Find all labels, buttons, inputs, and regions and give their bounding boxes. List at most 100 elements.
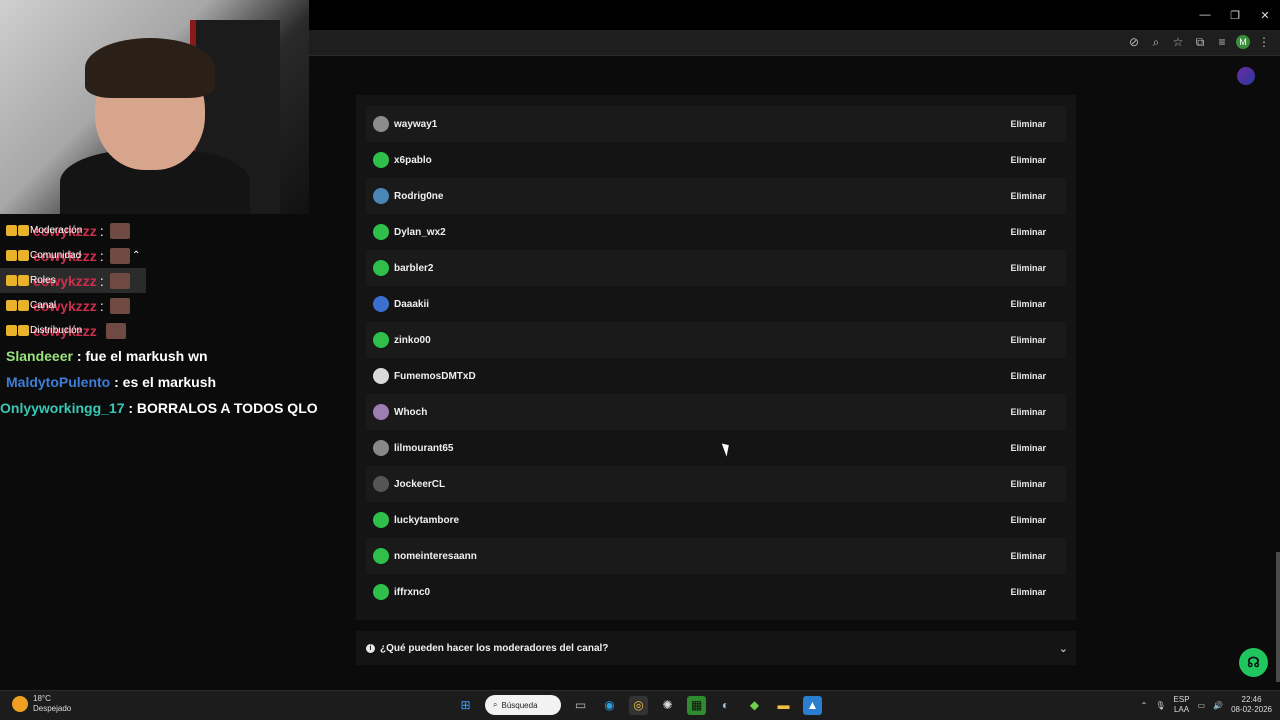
input-language[interactable]: ESP LAA xyxy=(1174,695,1190,715)
chat-username[interactable]: MaldytoPulento xyxy=(6,374,110,390)
chat-menu-item-moderacion[interactable]: eowykzzz : Moderación xyxy=(0,218,309,243)
chat-menu-item-comunidad[interactable]: eowykzzz : Comunidad ⌃ xyxy=(0,243,309,268)
extensions-icon[interactable]: ⧉ xyxy=(1192,34,1208,50)
moderator-avatar[interactable] xyxy=(373,188,389,204)
account-avatar[interactable] xyxy=(1237,67,1255,85)
moderator-avatar[interactable] xyxy=(373,584,389,600)
remove-moderator-button[interactable]: Eliminar xyxy=(1004,151,1052,169)
moderator-row: JockeerCL Eliminar xyxy=(366,466,1066,502)
remove-moderator-button[interactable]: Eliminar xyxy=(1004,223,1052,241)
moderator-name[interactable]: barbler2 xyxy=(394,263,433,274)
chrome-icon[interactable]: ◎ xyxy=(629,695,648,715)
close-button[interactable]: ✕ xyxy=(1250,0,1280,30)
moderator-name[interactable]: luckytambore xyxy=(394,515,459,526)
moderator-avatar[interactable] xyxy=(373,332,389,348)
moderator-name[interactable]: JockeerCL xyxy=(394,479,445,490)
address-bar-actions: ⊘ ⌕ ☆ ⧉ ≡ M ⋮ xyxy=(1126,34,1272,50)
network-icon[interactable]: ▭ xyxy=(1198,701,1206,710)
help-chat-button[interactable]: ☊ xyxy=(1239,648,1268,677)
minecraft-launcher-icon[interactable]: ◆ xyxy=(745,696,764,715)
moderator-avatar[interactable] xyxy=(373,512,389,528)
remove-moderator-button[interactable]: Eliminar xyxy=(1004,331,1052,349)
windows-start-icon[interactable]: ⊞ xyxy=(456,696,475,715)
remove-moderator-button[interactable]: Eliminar xyxy=(1004,403,1052,421)
moderator-name[interactable]: Rodrig0ne xyxy=(394,191,443,202)
moderator-name[interactable]: x6pablo xyxy=(394,155,432,166)
moderator-name[interactable]: FumemosDMTxD xyxy=(394,371,476,382)
minecraft-icon[interactable]: ▦ xyxy=(687,695,706,715)
moderator-avatar[interactable] xyxy=(373,116,389,132)
star-icon[interactable]: ☆ xyxy=(1170,34,1186,50)
menu-label: Distribución xyxy=(30,325,83,336)
chat-menu-item-roles[interactable]: eowykzzz : Roles xyxy=(0,268,146,293)
moderator-avatar[interactable] xyxy=(373,368,389,384)
scrollbar[interactable] xyxy=(1276,552,1280,682)
profile-avatar[interactable]: M xyxy=(1236,35,1250,49)
crown-badge-icon xyxy=(6,250,17,261)
chat-menu-item-canal[interactable]: eowykzzz : Canal xyxy=(0,293,309,318)
crown-badge-icon xyxy=(6,225,17,236)
moderator-avatar[interactable] xyxy=(373,476,389,492)
info-icon: i xyxy=(366,643,375,653)
remove-moderator-button[interactable]: Eliminar xyxy=(1004,367,1052,385)
microphone-icon[interactable]: 🎙 xyxy=(1155,701,1165,710)
moderator-avatar[interactable] xyxy=(373,224,389,240)
moderator-avatar[interactable] xyxy=(373,296,389,312)
chat-menu-item-distribucion[interactable]: eowykzzz Distribución xyxy=(0,318,309,343)
file-explorer-icon[interactable]: ▬ xyxy=(774,696,793,715)
moderator-avatar[interactable] xyxy=(373,440,389,456)
menu-label: Moderación xyxy=(30,225,83,236)
weather-temp: 18°C xyxy=(33,694,51,703)
remove-moderator-button[interactable]: Eliminar xyxy=(1004,187,1052,205)
moderator-name[interactable]: wayway1 xyxy=(394,119,437,130)
remove-moderator-button[interactable]: Eliminar xyxy=(1004,583,1052,601)
openai-icon[interactable]: ✺ xyxy=(658,696,677,715)
tray-overflow-chevron-icon[interactable]: ⌃ xyxy=(1141,701,1148,710)
edge-icon[interactable]: ◉ xyxy=(600,696,619,715)
remove-moderator-button[interactable]: Eliminar xyxy=(1004,295,1052,313)
moderator-name[interactable]: Whoch xyxy=(394,407,427,418)
chat-overlay: eowykzzz : Moderación eowykzzz : Comunid… xyxy=(0,218,318,421)
moderator-name[interactable]: zinko00 xyxy=(394,335,431,346)
chevron-down-icon[interactable]: ⌄ xyxy=(1059,642,1068,655)
remove-moderator-button[interactable]: Eliminar xyxy=(1004,475,1052,493)
minimize-button[interactable]: — xyxy=(1190,0,1220,30)
moderator-avatar[interactable] xyxy=(373,404,389,420)
taskbar-search[interactable]: ⌕ Búsqueda xyxy=(485,695,561,715)
moderator-name[interactable]: Dylan_wx2 xyxy=(394,227,446,238)
moderator-avatar[interactable] xyxy=(373,548,389,564)
emote-icon xyxy=(105,322,126,339)
menu-label: Comunidad xyxy=(30,250,82,261)
chat-message-text: : es el markush xyxy=(114,374,217,390)
moderator-name[interactable]: lilmourant65 xyxy=(394,443,453,454)
crown-badge-icon xyxy=(18,275,29,286)
moderator-row: lilmourant65 Eliminar xyxy=(366,430,1066,466)
chat-username[interactable]: Onlyyworkingg_17 xyxy=(0,400,124,416)
moderator-avatar[interactable] xyxy=(373,260,389,276)
window-controls: — ❐ ✕ xyxy=(1190,0,1280,30)
zoom-icon[interactable]: ⌕ xyxy=(1148,34,1164,50)
steam-icon[interactable]: ◐ xyxy=(716,696,735,715)
restore-button[interactable]: ❐ xyxy=(1220,0,1250,30)
clock[interactable]: 22:46 08-02-2026 xyxy=(1231,695,1272,715)
moderator-avatar[interactable] xyxy=(373,152,389,168)
moderators-faq-accordion[interactable]: i ¿Qué pueden hacer los moderadores del … xyxy=(356,631,1076,665)
weather-widget[interactable]: 18°C Despejado xyxy=(12,694,71,714)
remove-moderator-button[interactable]: Eliminar xyxy=(1004,259,1052,277)
menu-list-icon[interactable]: ≡ xyxy=(1214,34,1230,50)
photos-icon[interactable]: ▲ xyxy=(803,695,822,715)
moderator-name[interactable]: nomeinteresaann xyxy=(394,551,477,562)
moderator-name[interactable]: iffrxnc0 xyxy=(394,587,430,598)
remove-moderator-button[interactable]: Eliminar xyxy=(1004,439,1052,457)
remove-moderator-button[interactable]: Eliminar xyxy=(1004,547,1052,565)
remove-moderator-button[interactable]: Eliminar xyxy=(1004,511,1052,529)
moderator-name[interactable]: Daaakii xyxy=(394,299,429,310)
moderator-row: FumemosDMTxD Eliminar xyxy=(366,358,1066,394)
chevron-up-icon[interactable]: ⌃ xyxy=(132,250,140,261)
chat-username[interactable]: Slandeeer xyxy=(6,348,73,364)
volume-icon[interactable]: 🔊 xyxy=(1213,701,1223,710)
remove-moderator-button[interactable]: Eliminar xyxy=(1004,115,1052,133)
task-view-icon[interactable]: ▭ xyxy=(571,696,590,715)
kebab-menu-icon[interactable]: ⋮ xyxy=(1256,34,1272,50)
camera-off-icon[interactable]: ⊘ xyxy=(1126,34,1142,50)
